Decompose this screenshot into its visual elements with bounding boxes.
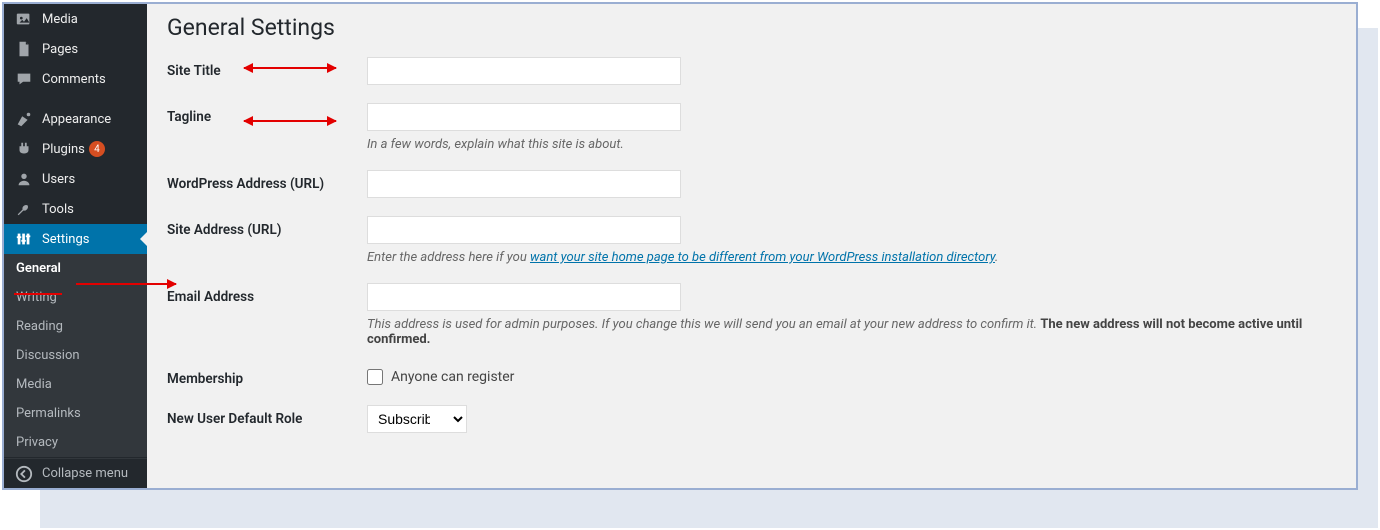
site-url-input[interactable]	[367, 216, 681, 244]
sidebar-item-label: Users	[42, 172, 75, 187]
sidebar-item-label: Tools	[42, 202, 74, 217]
site-url-desc-before: Enter the address here if you	[367, 250, 530, 265]
email-label: Email Address	[167, 283, 367, 305]
pages-icon	[14, 39, 34, 59]
sidebar-item-pages[interactable]: Pages	[4, 34, 147, 64]
collapse-menu-button[interactable]: Collapse menu	[4, 458, 147, 488]
annotation-underline-general	[14, 293, 62, 295]
default-role-select[interactable]: Subscriber	[367, 405, 467, 433]
site-url-label: Site Address (URL)	[167, 216, 367, 238]
sidebar-item-users[interactable]: Users	[4, 164, 147, 194]
media-icon	[14, 9, 34, 29]
wp-url-input[interactable]	[367, 170, 681, 198]
submenu-discussion[interactable]: Discussion	[4, 341, 147, 370]
settings-icon	[14, 229, 34, 249]
users-icon	[14, 169, 34, 189]
membership-label: Membership	[167, 365, 367, 387]
membership-checkbox-wrap[interactable]: Anyone can register	[367, 365, 1336, 385]
comments-icon	[14, 69, 34, 89]
sidebar-item-comments[interactable]: Comments	[4, 64, 147, 94]
submenu-media[interactable]: Media	[4, 370, 147, 399]
content-area: General Settings Site Title Tagline In a…	[147, 4, 1356, 488]
tagline-description: In a few words, explain what this site i…	[367, 137, 1336, 152]
tools-icon	[14, 199, 34, 219]
site-url-desc-link[interactable]: want your site home page to be different…	[530, 250, 995, 265]
site-url-description: Enter the address here if you want your …	[367, 250, 1336, 265]
sidebar-item-label: Plugins	[42, 142, 85, 157]
email-input[interactable]	[367, 283, 681, 311]
annotation-arrow-site-title	[244, 67, 336, 69]
submenu-reading[interactable]: Reading	[4, 312, 147, 341]
sidebar-item-label: Pages	[42, 42, 78, 57]
membership-checkbox-label: Anyone can register	[391, 369, 514, 385]
plugins-update-badge: 4	[89, 141, 105, 157]
sidebar-item-appearance[interactable]: Appearance	[4, 104, 147, 134]
submenu-general[interactable]: General	[4, 254, 147, 283]
sidebar-item-label: Comments	[42, 72, 106, 87]
collapse-menu-label: Collapse menu	[42, 466, 128, 481]
tagline-input[interactable]	[367, 103, 681, 131]
sidebar-item-tools[interactable]: Tools	[4, 194, 147, 224]
email-description: This address is used for admin purposes.…	[367, 317, 1336, 347]
submenu-privacy[interactable]: Privacy	[4, 428, 147, 457]
wp-url-label: WordPress Address (URL)	[167, 170, 367, 192]
site-title-input[interactable]	[367, 57, 681, 85]
annotation-arrow-tagline	[244, 120, 336, 122]
membership-checkbox[interactable]	[367, 369, 383, 385]
sidebar-item-label: Appearance	[42, 112, 111, 127]
sidebar-item-plugins[interactable]: Plugins 4	[4, 134, 147, 164]
plugins-icon	[14, 139, 34, 159]
submenu-permalinks[interactable]: Permalinks	[4, 399, 147, 428]
admin-sidebar: Media Pages Comments Appearance Pl	[4, 4, 147, 488]
collapse-icon	[14, 464, 34, 484]
page-title: General Settings	[167, 14, 1336, 41]
annotation-arrow-general	[76, 283, 176, 285]
submenu-writing[interactable]: Writing	[4, 283, 147, 312]
sidebar-item-settings[interactable]: Settings	[4, 224, 147, 254]
sidebar-item-label: Media	[42, 12, 78, 27]
site-url-desc-after: .	[995, 250, 998, 265]
default-role-label: New User Default Role	[167, 405, 367, 427]
appearance-icon	[14, 109, 34, 129]
sidebar-item-media[interactable]: Media	[4, 4, 147, 34]
email-desc-plain: This address is used for admin purposes.…	[367, 317, 1040, 332]
sidebar-item-label: Settings	[42, 232, 89, 247]
